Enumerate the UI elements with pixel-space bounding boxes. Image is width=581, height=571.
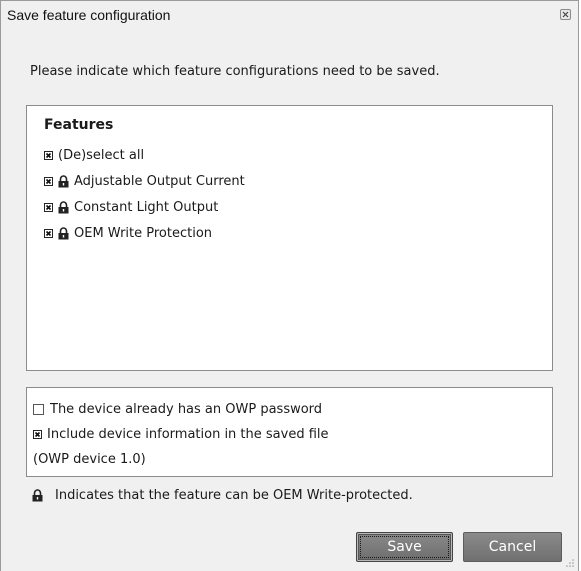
lock-icon — [58, 227, 69, 240]
lock-icon — [58, 201, 69, 214]
feature-label[interactable]: Constant Light Output — [74, 200, 218, 215]
feature-checkbox[interactable] — [44, 229, 53, 238]
include-device-info-label[interactable]: Include device information in the saved … — [47, 427, 329, 442]
feature-label[interactable]: OEM Write Protection — [74, 226, 212, 241]
options-panel: The device already has an OWP password I… — [26, 387, 553, 477]
device-version-text: (OWP device 1.0) — [33, 452, 146, 467]
close-button[interactable] — [560, 9, 571, 20]
close-icon — [562, 11, 569, 18]
intro-text: Please indicate which feature configurat… — [30, 64, 440, 79]
checkbox-checked-icon — [44, 177, 53, 186]
owp-password-checkbox[interactable] — [33, 404, 44, 415]
include-device-info-checkbox[interactable] — [33, 430, 42, 439]
feature-row[interactable]: Constant Light Output — [44, 200, 218, 215]
feature-row[interactable]: OEM Write Protection — [44, 226, 212, 241]
features-panel: Features (De)select all Adjustable Outpu… — [26, 105, 553, 371]
feature-row[interactable]: Adjustable Output Current — [44, 174, 245, 189]
lock-legend-text: Indicates that the feature can be OEM Wr… — [55, 488, 413, 503]
lock-icon — [58, 175, 69, 188]
owp-password-row[interactable]: The device already has an OWP password — [33, 402, 322, 417]
checkbox-checked-icon — [33, 430, 42, 439]
owp-password-label[interactable]: The device already has an OWP password — [50, 402, 322, 417]
save-feature-dialog: Save feature configuration Please indica… — [0, 0, 579, 571]
feature-checkbox[interactable] — [44, 203, 53, 212]
dialog-title: Save feature configuration — [7, 7, 171, 23]
feature-label[interactable]: Adjustable Output Current — [74, 174, 245, 189]
title-bar[interactable]: Save feature configuration — [1, 1, 578, 32]
feature-checkbox[interactable] — [44, 177, 53, 186]
select-all-row[interactable]: (De)select all — [44, 148, 144, 163]
lock-legend: Indicates that the feature can be OEM Wr… — [32, 488, 413, 503]
select-all-checkbox[interactable] — [44, 151, 53, 160]
include-device-info-row[interactable]: Include device information in the saved … — [33, 427, 329, 442]
resize-grip-icon[interactable] — [565, 558, 575, 568]
checkbox-checked-icon — [44, 151, 53, 160]
lock-icon — [32, 489, 43, 502]
cancel-button[interactable]: Cancel — [463, 532, 562, 562]
features-heading: Features — [44, 117, 114, 133]
select-all-label[interactable]: (De)select all — [58, 148, 144, 163]
checkbox-checked-icon — [44, 203, 53, 212]
checkbox-checked-icon — [44, 229, 53, 238]
save-button[interactable]: Save — [356, 532, 453, 562]
